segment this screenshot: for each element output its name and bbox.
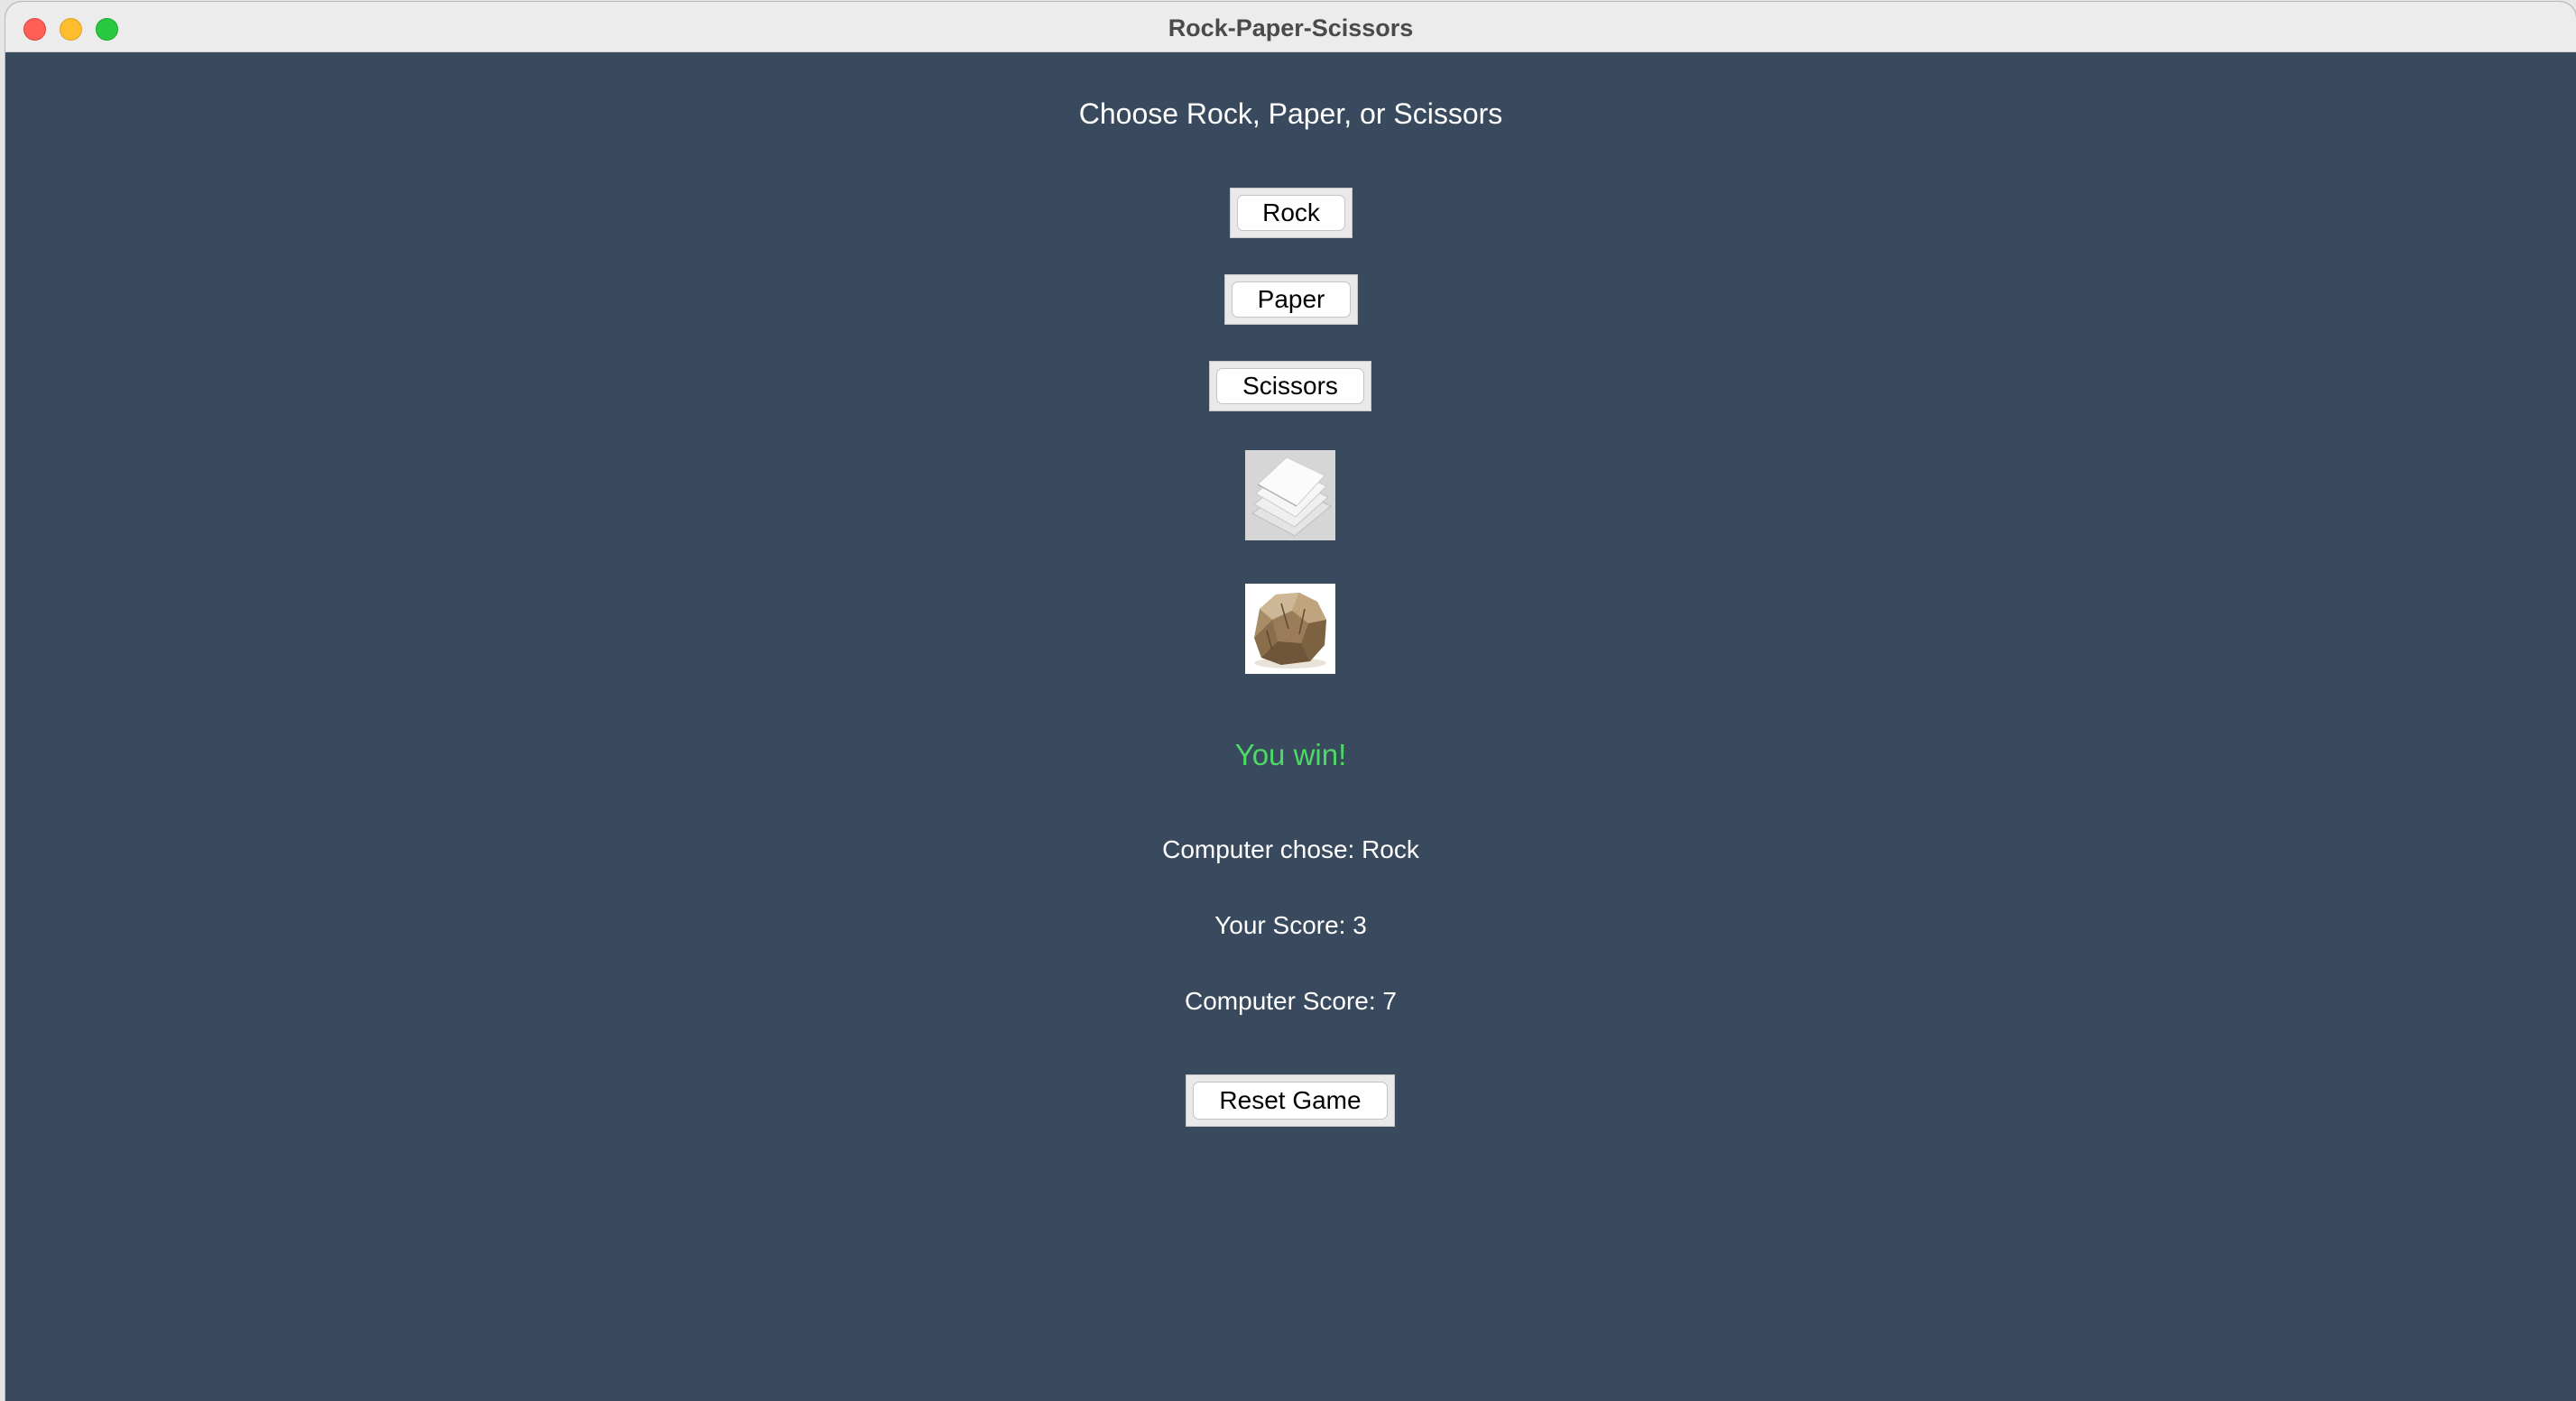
window-title: Rock-Paper-Scissors xyxy=(1168,14,1414,41)
paper-button[interactable]: Paper xyxy=(1232,281,1351,318)
app-window: Rock-Paper-Scissors Choose Rock, Paper, … xyxy=(5,2,2576,1401)
player-score-text: Your Score: 3 xyxy=(1214,911,1367,939)
rock-icon xyxy=(1245,584,1335,674)
computer-choice-text: Computer chose: Rock xyxy=(1162,835,1419,863)
choose-prompt: Choose Rock, Paper, or Scissors xyxy=(1078,97,1503,130)
result-text: You win! xyxy=(1234,738,1347,771)
game-content: Choose Rock, Paper, or Scissors Rock Pap… xyxy=(5,52,2576,1401)
computer-score-text: Computer Score: 7 xyxy=(1185,987,1397,1015)
reset-game-button[interactable]: Reset Game xyxy=(1193,1082,1388,1120)
scissors-button-frame: Scissors xyxy=(1209,361,1371,411)
computer-choice-rock-image xyxy=(1245,584,1335,674)
paper-icon xyxy=(1245,450,1335,540)
rock-button-frame: Rock xyxy=(1230,188,1353,238)
scissors-button[interactable]: Scissors xyxy=(1216,368,1364,404)
paper-button-frame: Paper xyxy=(1224,274,1358,325)
player-choice-paper-image xyxy=(1245,450,1335,540)
rock-button[interactable]: Rock xyxy=(1237,195,1345,231)
title-bar: Rock-Paper-Scissors xyxy=(5,2,2576,52)
reset-button-frame: Reset Game xyxy=(1186,1074,1395,1127)
